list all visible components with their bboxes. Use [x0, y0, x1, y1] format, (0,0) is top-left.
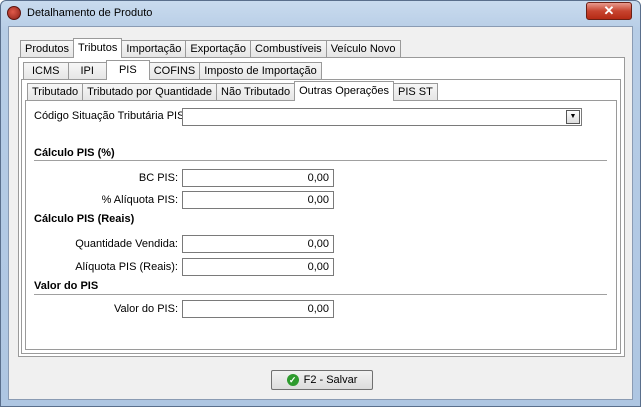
- tab-importacao[interactable]: Importação: [121, 40, 187, 58]
- tab-combustiveis[interactable]: Combustíveis: [250, 40, 327, 58]
- tab-pis-st[interactable]: PIS ST: [393, 83, 438, 101]
- separator: [34, 294, 607, 295]
- tab-label: Veículo Novo: [330, 43, 396, 55]
- tab-ipi[interactable]: IPI: [67, 62, 107, 80]
- tab-label: Imposto de Importação: [204, 65, 317, 77]
- section-calculo-percent: Cálculo PIS (%): [34, 147, 115, 159]
- tab-label: IPI: [80, 65, 94, 77]
- save-button-label: F2 - Salvar: [303, 374, 358, 386]
- tab-label: PIS ST: [398, 86, 433, 98]
- tab-outras-operacoes[interactable]: Outras Operações: [294, 81, 394, 101]
- tab-icms[interactable]: ICMS: [23, 62, 69, 80]
- quantidade-vendida-field[interactable]: [182, 235, 334, 253]
- tributos-tabs: ICMS IPI PIS COFINS Imposto de Importaçã…: [23, 60, 322, 80]
- tab-label: PIS: [118, 64, 137, 76]
- tab-exportacao[interactable]: Exportação: [185, 40, 252, 58]
- tab-tributado[interactable]: Tributado: [27, 83, 84, 101]
- quantidade-vendida-label: Quantidade Vendida:: [75, 238, 178, 250]
- aliquota-pis-label: % Alíquota PIS:: [101, 194, 178, 206]
- valor-pis-label: Valor do PIS:: [114, 303, 178, 315]
- aliquota-reais-label: Alíquota PIS (Reais):: [75, 261, 178, 273]
- tab-tributos[interactable]: Tributos: [73, 38, 123, 58]
- section-calculo-reais: Cálculo PIS (Reais): [34, 213, 135, 225]
- tab-imposto-importacao[interactable]: Imposto de Importação: [199, 62, 322, 80]
- tab-tributado-quantidade[interactable]: Tributado por Quantidade: [82, 83, 218, 101]
- tab-label: ICMS: [32, 65, 60, 77]
- tab-nao-tributado[interactable]: Não Tributado: [216, 83, 296, 101]
- tab-label: Tributos: [78, 42, 118, 54]
- pis-tabs: Tributado Tributado por Quantidade Não T…: [27, 81, 438, 101]
- check-icon: ✓: [286, 374, 299, 386]
- cst-select[interactable]: ▼: [182, 108, 582, 126]
- tab-label: Combustíveis: [255, 43, 322, 55]
- product-detail-window: Detalhamento de Produto ✕ Produtos Tribu…: [0, 0, 641, 407]
- section-valor-pis: Valor do PIS: [34, 280, 99, 292]
- bc-pis-label: BC PIS:: [138, 172, 178, 184]
- chevron-down-icon[interactable]: ▼: [566, 110, 580, 124]
- tab-label: Importação: [126, 43, 182, 55]
- aliquota-pis-field[interactable]: [182, 191, 334, 209]
- bc-pis-field[interactable]: [182, 169, 334, 187]
- separator: [34, 160, 607, 161]
- tab-veiculo-novo[interactable]: Veículo Novo: [325, 40, 401, 58]
- tab-label: Tributado: [32, 86, 79, 98]
- close-button[interactable]: ✕: [586, 2, 632, 20]
- tab-pis[interactable]: PIS: [105, 60, 150, 80]
- valor-pis-field[interactable]: [182, 300, 334, 318]
- tab-label: Produtos: [25, 43, 70, 55]
- tab-cofins[interactable]: COFINS: [148, 62, 201, 80]
- tab-label: COFINS: [153, 65, 196, 77]
- aliquota-reais-field[interactable]: [182, 258, 334, 276]
- tab-label: Não Tributado: [221, 86, 291, 98]
- window-title: Detalhamento de Produto: [27, 7, 153, 19]
- tab-label: Exportação: [190, 43, 247, 55]
- title-bar[interactable]: Detalhamento de Produto ✕: [1, 1, 640, 25]
- cst-label: Código Situação Tributária PIS:: [34, 110, 188, 122]
- tab-produtos[interactable]: Produtos: [20, 40, 75, 58]
- app-icon: [7, 6, 21, 20]
- main-tabs: Produtos Tributos Importação Exportação …: [20, 38, 401, 58]
- save-button[interactable]: ✓ F2 - Salvar: [271, 370, 373, 390]
- tab-label: Outras Operações: [299, 85, 389, 97]
- tab-label: Tributado por Quantidade: [87, 86, 213, 98]
